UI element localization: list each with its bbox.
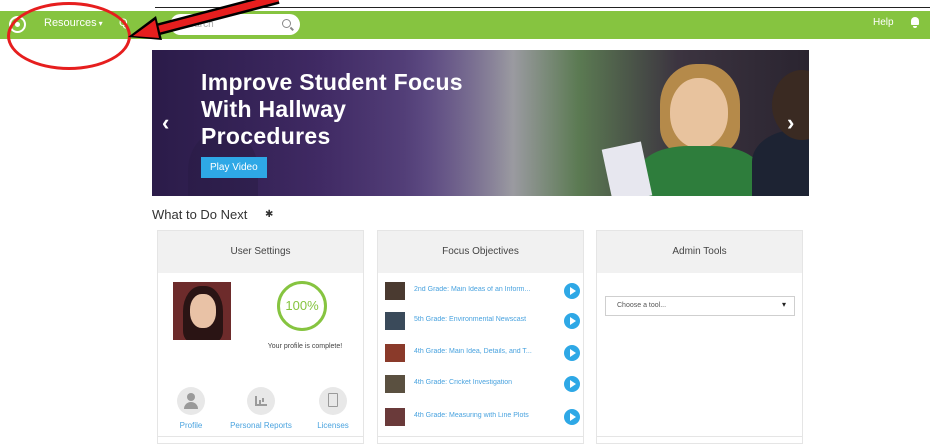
profile-progress: 100% [277, 281, 327, 331]
chevron-right-icon[interactable]: › [787, 112, 794, 134]
list-item[interactable]: 4th Grade: Measuring with Line Plots [385, 408, 581, 428]
licenses-link[interactable]: Licenses [313, 421, 353, 430]
admin-tools-card: Admin Tools Choose a tool... ▾ [596, 230, 803, 444]
avatar[interactable] [173, 282, 231, 340]
document-icon[interactable] [319, 387, 347, 415]
video-thumbnail[interactable] [385, 282, 405, 300]
annotation-arrow-icon [128, 0, 280, 40]
objective-link[interactable]: 5th Grade: Environmental Newscast [414, 316, 554, 323]
hero-banner: Improve Student Focus With Hallway Proce… [152, 50, 809, 196]
card-title: Admin Tools [597, 231, 802, 273]
user-icon[interactable] [177, 387, 205, 415]
profile-status-text: Your profile is complete! [267, 343, 343, 350]
gear-icon[interactable]: ✱ [265, 209, 273, 220]
personal-reports-link[interactable]: Personal Reports [228, 421, 294, 430]
objective-link[interactable]: 4th Grade: Main Idea, Details, and T... [414, 348, 554, 355]
help-link[interactable]: Help [873, 17, 894, 28]
chart-icon[interactable] [247, 387, 275, 415]
profile-link[interactable]: Profile [172, 421, 210, 430]
play-icon[interactable] [564, 313, 580, 329]
play-icon[interactable] [564, 376, 580, 392]
objective-link[interactable]: 4th Grade: Measuring with Line Plots [414, 412, 554, 419]
banner-title: Improve Student Focus With Hallway Proce… [201, 69, 463, 149]
list-item[interactable]: 5th Grade: Environmental Newscast [385, 312, 581, 332]
search-icon[interactable] [282, 19, 291, 28]
list-item[interactable]: 4th Grade: Cricket Investigation [385, 375, 581, 395]
annotation-circle [7, 2, 131, 70]
card-title: Focus Objectives [378, 231, 583, 273]
focus-objectives-card: Focus Objectives 2nd Grade: Main Ideas o… [377, 230, 584, 444]
section-title: What to Do Next [152, 207, 248, 222]
play-icon[interactable] [564, 345, 580, 361]
chevron-down-icon: ▾ [781, 300, 786, 309]
tool-select[interactable]: Choose a tool... ▾ [605, 296, 795, 316]
card-title: User Settings [158, 231, 363, 273]
objective-link[interactable]: 4th Grade: Cricket Investigation [414, 379, 554, 386]
video-thumbnail[interactable] [385, 375, 405, 393]
tool-select-value: Choose a tool... [617, 302, 667, 309]
list-item[interactable]: 4th Grade: Main Idea, Details, and T... [385, 344, 581, 364]
play-icon[interactable] [564, 283, 580, 299]
user-settings-card: User Settings 100% Your profile is compl… [157, 230, 364, 444]
chevron-left-icon[interactable]: ‹ [162, 112, 169, 134]
objective-link[interactable]: 2nd Grade: Main Ideas of an Inform... [414, 286, 554, 293]
video-thumbnail[interactable] [385, 312, 405, 330]
video-thumbnail[interactable] [385, 408, 405, 426]
play-icon[interactable] [564, 409, 580, 425]
bell-icon[interactable] [911, 17, 919, 28]
video-thumbnail[interactable] [385, 344, 405, 362]
play-video-button[interactable]: Play Video [201, 157, 267, 178]
list-item[interactable]: 2nd Grade: Main Ideas of an Inform... [385, 282, 581, 302]
